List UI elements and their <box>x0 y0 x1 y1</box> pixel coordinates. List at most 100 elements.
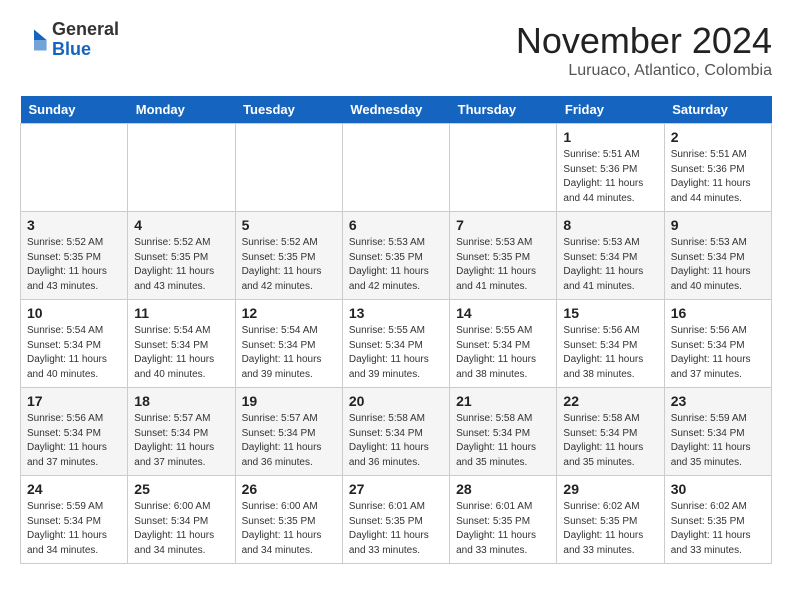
calendar-cell: 11 Sunrise: 5:54 AM Sunset: 5:34 PM Dayli… <box>128 300 235 388</box>
week-row-4: 17Sunrise: 5:56 AM Sunset: 5:34 PM Dayli… <box>21 388 772 476</box>
day-number: 4 <box>134 217 228 233</box>
weekday-header-wednesday: Wednesday <box>342 96 449 124</box>
day-number: 18 <box>134 393 228 409</box>
day-number: 28 <box>456 481 550 497</box>
calendar-cell: 19 Sunrise: 5:57 AM Sunset: 5:34 PM Dayli… <box>235 388 342 476</box>
calendar-cell: 28Sunrise: 6:01 AM Sunset: 5:35 PM Dayli… <box>450 476 557 564</box>
calendar-cell: 23Sunrise: 5:59 AM Sunset: 5:34 PM Dayli… <box>664 388 771 476</box>
calendar-cell <box>342 124 449 212</box>
day-info: Sunrise: 6:00 AM Sunset: 5:34 PM Dayligh… <box>134 500 228 558</box>
calendar-cell: 4 Sunrise: 5:52 AM Sunset: 5:35 PM Daylig… <box>128 212 235 300</box>
weekday-header-monday: Monday <box>128 96 235 124</box>
day-number: 6 <box>349 217 443 233</box>
day-number: 24 <box>27 481 121 497</box>
calendar-cell: 10Sunrise: 5:54 AM Sunset: 5:34 PM Dayli… <box>21 300 128 388</box>
logo-icon <box>20 26 48 54</box>
day-number: 9 <box>671 217 765 233</box>
weekday-header-friday: Friday <box>557 96 664 124</box>
day-info: Sunrise: 5:57 AM Sunset: 5:34 PM Dayligh… <box>242 412 336 470</box>
weekday-header-saturday: Saturday <box>664 96 771 124</box>
calendar-cell <box>235 124 342 212</box>
calendar-cell: 7 Sunrise: 5:53 AM Sunset: 5:35 PM Daylig… <box>450 212 557 300</box>
calendar-cell: 26 Sunrise: 6:00 AM Sunset: 5:35 PM Dayli… <box>235 476 342 564</box>
calendar-cell: 16 Sunrise: 5:56 AM Sunset: 5:34 PM Dayli… <box>664 300 771 388</box>
day-info: Sunrise: 5:56 AM Sunset: 5:34 PM Dayligh… <box>563 324 657 382</box>
calendar-cell: 29Sunrise: 6:02 AM Sunset: 5:35 PM Dayli… <box>557 476 664 564</box>
calendar-cell: 8 Sunrise: 5:53 AM Sunset: 5:34 PM Daylig… <box>557 212 664 300</box>
calendar-cell: 14 Sunrise: 5:55 AM Sunset: 5:34 PM Dayli… <box>450 300 557 388</box>
day-info: Sunrise: 5:54 AM Sunset: 5:34 PM Dayligh… <box>134 324 228 382</box>
week-row-1: 1Sunrise: 5:51 AM Sunset: 5:36 PM Daylig… <box>21 124 772 212</box>
day-info: Sunrise: 5:53 AM Sunset: 5:35 PM Dayligh… <box>349 236 443 294</box>
day-number: 15 <box>563 305 657 321</box>
day-number: 11 <box>134 305 228 321</box>
day-number: 17 <box>27 393 121 409</box>
day-number: 19 <box>242 393 336 409</box>
day-number: 5 <box>242 217 336 233</box>
calendar-cell: 20Sunrise: 5:58 AM Sunset: 5:34 PM Dayli… <box>342 388 449 476</box>
calendar-cell: 13 Sunrise: 5:55 AM Sunset: 5:34 PM Dayli… <box>342 300 449 388</box>
day-info: Sunrise: 5:53 AM Sunset: 5:35 PM Dayligh… <box>456 236 550 294</box>
day-info: Sunrise: 5:53 AM Sunset: 5:34 PM Dayligh… <box>671 236 765 294</box>
day-info: Sunrise: 5:54 AM Sunset: 5:34 PM Dayligh… <box>242 324 336 382</box>
calendar-cell: 21 Sunrise: 5:58 AM Sunset: 5:34 PM Dayli… <box>450 388 557 476</box>
calendar-cell: 17Sunrise: 5:56 AM Sunset: 5:34 PM Dayli… <box>21 388 128 476</box>
week-row-5: 24Sunrise: 5:59 AM Sunset: 5:34 PM Dayli… <box>21 476 772 564</box>
day-number: 12 <box>242 305 336 321</box>
day-number: 8 <box>563 217 657 233</box>
month-title: November 2024 <box>516 20 772 62</box>
calendar-cell: 6 Sunrise: 5:53 AM Sunset: 5:35 PM Daylig… <box>342 212 449 300</box>
calendar-cell: 24Sunrise: 5:59 AM Sunset: 5:34 PM Dayli… <box>21 476 128 564</box>
day-info: Sunrise: 5:55 AM Sunset: 5:34 PM Dayligh… <box>456 324 550 382</box>
calendar-cell: 15 Sunrise: 5:56 AM Sunset: 5:34 PM Dayli… <box>557 300 664 388</box>
day-info: Sunrise: 5:57 AM Sunset: 5:34 PM Dayligh… <box>134 412 228 470</box>
day-info: Sunrise: 5:51 AM Sunset: 5:36 PM Dayligh… <box>671 148 765 206</box>
day-info: Sunrise: 5:58 AM Sunset: 5:34 PM Dayligh… <box>563 412 657 470</box>
day-number: 30 <box>671 481 765 497</box>
calendar-cell: 18 Sunrise: 5:57 AM Sunset: 5:34 PM Dayli… <box>128 388 235 476</box>
weekday-header-tuesday: Tuesday <box>235 96 342 124</box>
calendar-cell: 25 Sunrise: 6:00 AM Sunset: 5:34 PM Dayli… <box>128 476 235 564</box>
calendar-cell <box>21 124 128 212</box>
weekday-header-thursday: Thursday <box>450 96 557 124</box>
logo: General Blue <box>20 20 119 60</box>
day-info: Sunrise: 6:02 AM Sunset: 5:35 PM Dayligh… <box>671 500 765 558</box>
day-info: Sunrise: 5:58 AM Sunset: 5:34 PM Dayligh… <box>349 412 443 470</box>
day-number: 27 <box>349 481 443 497</box>
calendar-cell: 9 Sunrise: 5:53 AM Sunset: 5:34 PM Daylig… <box>664 212 771 300</box>
day-info: Sunrise: 5:52 AM Sunset: 5:35 PM Dayligh… <box>242 236 336 294</box>
weekday-header-sunday: Sunday <box>21 96 128 124</box>
week-row-3: 10Sunrise: 5:54 AM Sunset: 5:34 PM Dayli… <box>21 300 772 388</box>
calendar-cell: 27 Sunrise: 6:01 AM Sunset: 5:35 PM Dayli… <box>342 476 449 564</box>
calendar-cell: 5 Sunrise: 5:52 AM Sunset: 5:35 PM Daylig… <box>235 212 342 300</box>
day-info: Sunrise: 5:55 AM Sunset: 5:34 PM Dayligh… <box>349 324 443 382</box>
calendar-cell: 22Sunrise: 5:58 AM Sunset: 5:34 PM Dayli… <box>557 388 664 476</box>
day-number: 14 <box>456 305 550 321</box>
calendar-cell <box>128 124 235 212</box>
day-info: Sunrise: 5:54 AM Sunset: 5:34 PM Dayligh… <box>27 324 121 382</box>
page-header: General Blue November 2024 Luruaco, Atla… <box>20 20 772 80</box>
day-number: 7 <box>456 217 550 233</box>
day-number: 26 <box>242 481 336 497</box>
day-info: Sunrise: 5:51 AM Sunset: 5:36 PM Dayligh… <box>563 148 657 206</box>
calendar-table: SundayMondayTuesdayWednesdayThursdayFrid… <box>20 96 772 564</box>
day-number: 3 <box>27 217 121 233</box>
day-info: Sunrise: 5:56 AM Sunset: 5:34 PM Dayligh… <box>671 324 765 382</box>
day-number: 25 <box>134 481 228 497</box>
day-info: Sunrise: 5:52 AM Sunset: 5:35 PM Dayligh… <box>27 236 121 294</box>
day-info: Sunrise: 6:01 AM Sunset: 5:35 PM Dayligh… <box>349 500 443 558</box>
day-number: 16 <box>671 305 765 321</box>
calendar-cell: 12 Sunrise: 5:54 AM Sunset: 5:34 PM Dayli… <box>235 300 342 388</box>
title-area: November 2024 Luruaco, Atlantico, Colomb… <box>516 20 772 80</box>
logo-text: General Blue <box>52 20 119 60</box>
day-number: 21 <box>456 393 550 409</box>
day-info: Sunrise: 5:53 AM Sunset: 5:34 PM Dayligh… <box>563 236 657 294</box>
day-number: 13 <box>349 305 443 321</box>
day-info: Sunrise: 6:00 AM Sunset: 5:35 PM Dayligh… <box>242 500 336 558</box>
day-info: Sunrise: 5:52 AM Sunset: 5:35 PM Dayligh… <box>134 236 228 294</box>
day-info: Sunrise: 5:58 AM Sunset: 5:34 PM Dayligh… <box>456 412 550 470</box>
day-number: 2 <box>671 129 765 145</box>
day-number: 23 <box>671 393 765 409</box>
day-info: Sunrise: 6:02 AM Sunset: 5:35 PM Dayligh… <box>563 500 657 558</box>
weekday-header-row: SundayMondayTuesdayWednesdayThursdayFrid… <box>21 96 772 124</box>
